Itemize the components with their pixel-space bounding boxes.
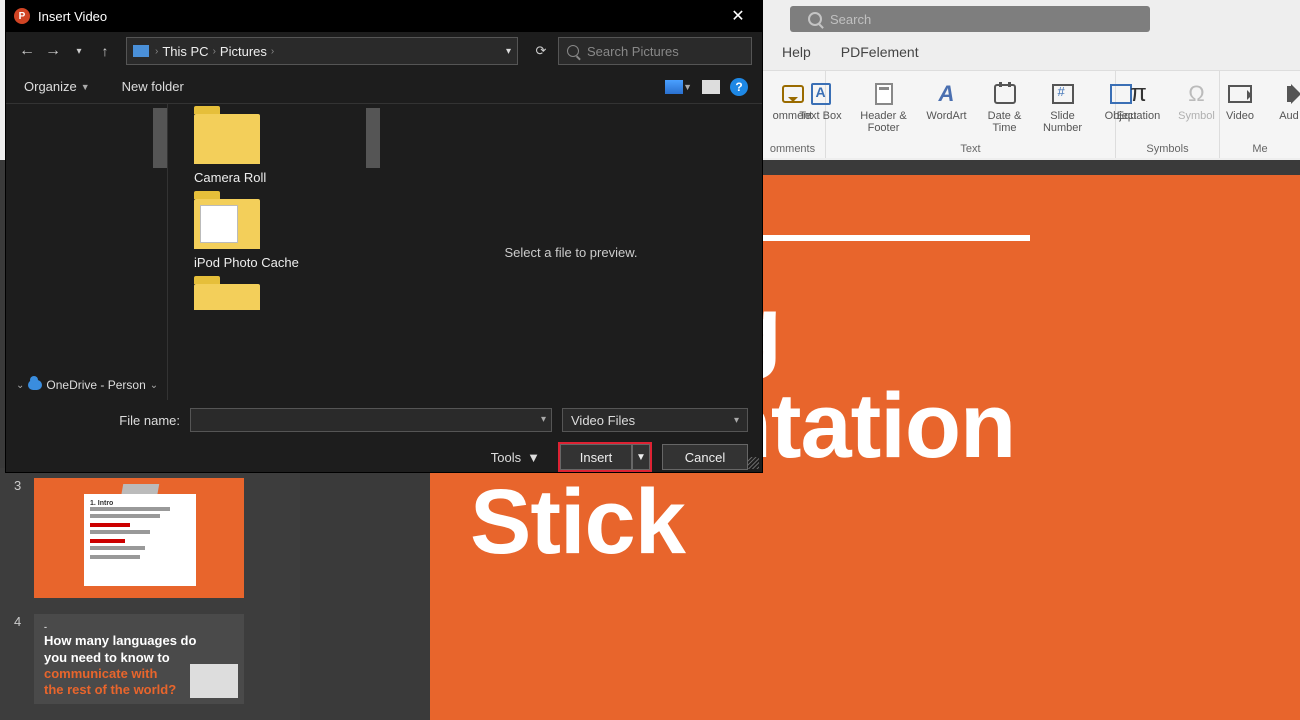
preview-pane: Select a file to preview. [380,104,762,400]
chevron-down-icon: ⌄ [150,380,158,391]
tree-onedrive[interactable]: ⌄ OneDrive - Person ⌄ [16,378,158,392]
group-media-label: Me [1252,143,1267,155]
symbol-icon: Ω [1188,82,1204,106]
onedrive-icon [28,380,42,390]
nav-back-button[interactable]: ← [16,39,38,63]
insert-button[interactable]: Insert [560,444,632,470]
files-scrollbar[interactable] [366,108,380,168]
filename-input[interactable]: ▾ [190,408,552,432]
nav-tree[interactable]: ⌄ OneDrive - Person ⌄ [6,104,168,400]
nav-recent-button[interactable]: ▾ [68,39,90,63]
ribbon-datetime[interactable]: Date & Time [981,75,1029,158]
organize-button[interactable]: Organize▼ [20,76,94,97]
dialog-search-placeholder: Search Pictures [587,44,679,59]
chevron-down-icon: ⌄ [16,380,24,391]
chevron-down-icon[interactable]: ▾ [541,414,546,425]
tab-help[interactable]: Help [780,40,813,64]
thumb-4[interactable]: - How many languages do you need to know… [34,614,244,704]
tab-pdfelement[interactable]: PDFelement [839,40,921,64]
nav-up-button[interactable]: ↑ [94,39,116,63]
tree-scrollbar[interactable] [153,108,167,168]
dialog-search[interactable]: Search Pictures [558,37,752,65]
ribbon-groups: omment omments Text Box Header & Footer … [760,70,1300,158]
dialog-close-button[interactable]: ✕ [718,0,758,32]
search-icon [567,45,579,57]
cancel-button[interactable]: Cancel [662,444,748,470]
file-list[interactable]: Camera Roll iPod Photo Cache [168,104,380,400]
nav-forward-button[interactable]: → [42,39,64,63]
dialog-titlebar: P Insert Video ✕ [6,0,762,32]
wordart-icon: A [939,82,955,106]
audio-icon [1287,86,1291,102]
ribbon-search[interactable]: Search [790,6,1150,32]
path-history-chevron[interactable]: ▾ [506,46,511,57]
datetime-icon [994,84,1016,104]
thumbnail-panel: 3 1. Intro 4 - How many languages do you… [0,468,300,720]
powerpoint-icon: P [14,8,30,24]
filetype-dropdown[interactable]: Video Files▾ [562,408,748,432]
ribbon-header-footer[interactable]: Header & Footer [855,75,913,158]
crumb-thispc[interactable]: This PC [158,44,212,59]
help-button[interactable]: ? [730,78,748,96]
folder-camera-roll[interactable]: Camera Roll [194,114,380,185]
thumb-4-number: 4 [14,614,26,629]
resize-grip[interactable] [747,457,759,469]
folder-icon [194,199,260,249]
ribbon-search-placeholder: Search [830,12,871,27]
ribbon-tabs: Help PDFelement [780,40,921,64]
search-icon [808,12,822,26]
refresh-button[interactable]: ⟳ [528,43,554,59]
address-bar[interactable]: › This PC › Pictures › ▾ [126,37,518,65]
folder-ipod-cache[interactable]: iPod Photo Cache [194,199,380,270]
crumb-pictures[interactable]: Pictures [216,44,271,59]
preview-message: Select a file to preview. [505,245,638,260]
textbox-icon [811,83,831,105]
ribbon-slidenumber[interactable]: Slide Number [1039,75,1087,158]
filename-label: File name: [20,413,180,428]
folder-icon [194,284,260,310]
group-symbols-label: Symbols [1146,143,1188,155]
equation-icon: π [1130,81,1147,107]
view-mode-button[interactable] [665,80,683,94]
group-text-label: Text [960,143,980,155]
folder-icon [194,114,260,164]
chevron-down-icon: ▾ [734,415,739,426]
tools-button[interactable]: Tools▼ [491,450,540,465]
view-mode-chevron[interactable]: ▼ [683,82,692,92]
disk-icon [133,45,149,57]
slidenumber-icon [1052,84,1074,104]
insert-video-dialog: P Insert Video ✕ ← → ▾ ↑ › This PC › Pic… [6,0,762,472]
preview-pane-button[interactable] [702,80,720,94]
ribbon-audio[interactable]: Aud [1274,75,1300,158]
header-footer-icon [875,83,893,105]
newfolder-button[interactable]: New folder [118,76,188,97]
insert-dropdown-button[interactable]: ▼ [632,444,650,470]
thumb-3[interactable]: 1. Intro [34,478,244,598]
video-icon [1228,85,1252,103]
folder-partial[interactable] [194,284,380,310]
ribbon-textbox[interactable]: Text Box [797,75,845,158]
dialog-title: Insert Video [38,9,718,24]
